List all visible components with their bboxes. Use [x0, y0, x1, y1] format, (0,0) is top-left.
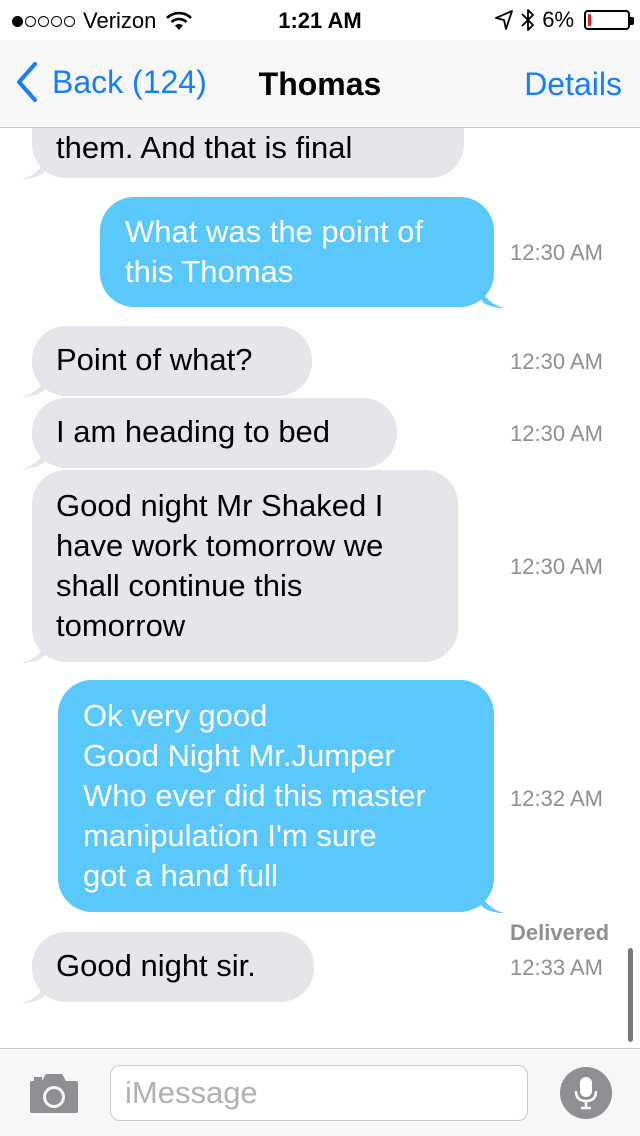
- message-text: them. And that is final: [56, 130, 353, 165]
- message-bubble-incoming[interactable]: Point of what?: [22, 326, 312, 397]
- bubble-tail: [22, 977, 46, 1003]
- contact-name[interactable]: Thomas: [259, 66, 382, 102]
- message-text: Point of what?: [56, 342, 253, 377]
- location-arrow-icon: [495, 10, 514, 30]
- message-timestamp: 12:32 AM: [510, 786, 603, 811]
- message-input-bar: [0, 1048, 640, 1136]
- details-button[interactable]: Details: [524, 66, 622, 103]
- bubble-tail: [480, 887, 504, 913]
- message-timestamp: 12:30 AM: [510, 349, 603, 374]
- message-text: I am heading to bed: [56, 414, 331, 449]
- message-timestamp: 12:30 AM: [510, 421, 603, 446]
- message-bubble-incoming[interactable]: Good night sir.: [22, 932, 314, 1003]
- message-bubble-outgoing[interactable]: What was the point of this Thomas: [100, 197, 504, 308]
- battery-percent: 6%: [542, 7, 574, 32]
- battery-icon: [584, 10, 634, 30]
- bluetooth-icon: [521, 9, 535, 31]
- status-bar: Verizon 1:21 AM 6%: [0, 0, 640, 40]
- chevron-left-icon: [17, 62, 37, 102]
- delivered-status: Delivered: [510, 920, 610, 945]
- message-timestamp: 12:30 AM: [510, 554, 603, 579]
- conversation[interactable]: them. And that is final What was the poi…: [0, 0, 640, 1048]
- imessage-input[interactable]: [110, 1065, 528, 1121]
- back-button-label: Back (124): [52, 63, 207, 100]
- scroll-indicator[interactable]: [628, 948, 633, 1042]
- message-text: Good night sir.: [56, 948, 256, 983]
- navigation-bar: Back (124) Thomas Details: [0, 40, 640, 128]
- bubble-tail: [480, 282, 504, 308]
- message-text: Ok very good Good Night Mr.Jumper Who ev…: [83, 698, 426, 893]
- message-text: Good night Mr Shaked I have work tomorro…: [56, 488, 384, 643]
- message-timestamp: 12:30 AM: [510, 240, 603, 265]
- status-right: 6%: [494, 7, 634, 33]
- microphone-button[interactable]: [560, 1067, 612, 1119]
- message-timestamp: 12:33 AM: [510, 955, 603, 980]
- bubble-tail: [22, 371, 46, 397]
- bubble-tail: [22, 443, 46, 469]
- battery-tip: [630, 17, 634, 25]
- back-button[interactable]: Back (124): [16, 62, 207, 102]
- camera-icon[interactable]: [28, 1069, 80, 1115]
- microphone-icon: [574, 1077, 598, 1110]
- message-text: What was the point of this Thomas: [125, 214, 424, 289]
- message-bubble-incoming[interactable]: Good night Mr Shaked I have work tomorro…: [22, 470, 458, 663]
- bubble-tail: [22, 637, 46, 663]
- bubble-tail: [22, 153, 46, 179]
- message-bubble-outgoing[interactable]: Ok very good Good Night Mr.Jumper Who ev…: [58, 680, 504, 913]
- message-bubble-incoming[interactable]: I am heading to bed: [22, 398, 397, 469]
- battery-level: [588, 14, 591, 26]
